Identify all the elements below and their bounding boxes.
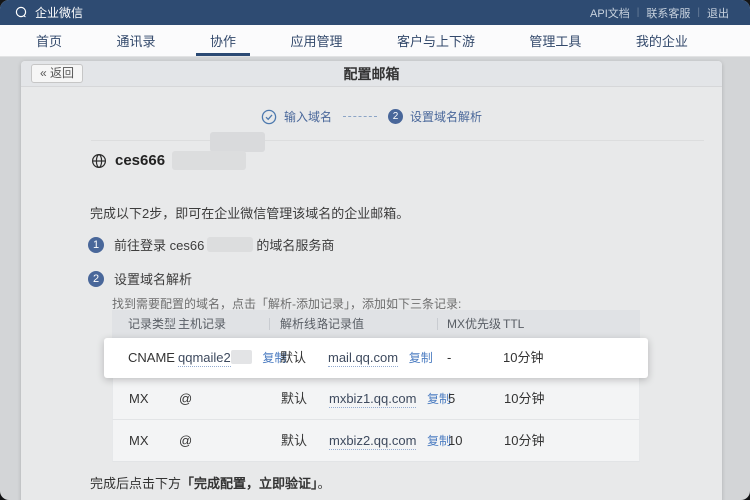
- top-bar: 企业微信 API文档 | 联系客服 | 退出: [0, 0, 750, 25]
- step1-text: 前往登录 ces66 的域名服务商: [114, 235, 334, 254]
- config-mail-panel: « 返回 配置邮箱 输入域名 2 设置域名解析: [21, 61, 722, 500]
- host-record-cell: qqmaile2 复制: [178, 338, 286, 378]
- app-window: 企业微信 API文档 | 联系客服 | 退出 首页 通讯录 协作 应用管理 客户…: [0, 0, 750, 500]
- panel-header: « 返回 配置邮箱: [21, 61, 722, 87]
- resolution-line: 默认: [280, 338, 306, 378]
- header-ttl: TTL: [503, 310, 524, 338]
- nav-tab-app-management[interactable]: 应用管理: [276, 25, 356, 56]
- redacted-blur: [210, 132, 265, 152]
- record-type: MX: [129, 378, 149, 419]
- nav-tab-home[interactable]: 首页: [22, 25, 76, 56]
- back-button[interactable]: « 返回: [31, 64, 83, 83]
- record-value[interactable]: mxbiz1.qq.com: [329, 391, 416, 408]
- record-type: MX: [129, 420, 149, 461]
- header-host-record: 主机记录: [178, 310, 226, 338]
- mx-priority: 10: [448, 420, 462, 461]
- api-docs-link[interactable]: API文档: [583, 5, 637, 21]
- completion-hint: 完成后点击下方「完成配置，立即验证」。: [90, 473, 331, 492]
- header-separator: [492, 318, 493, 330]
- ttl-value: 10分钟: [504, 378, 544, 419]
- contact-support-link[interactable]: 联系客服: [639, 5, 697, 21]
- host-record-value[interactable]: qqmaile2: [178, 350, 231, 367]
- host-record-value: @: [179, 420, 192, 461]
- nav-tab-customers[interactable]: 客户与上下游: [383, 25, 489, 56]
- app-logo-text: 企业微信: [35, 4, 83, 21]
- app-logo: 企业微信: [14, 4, 83, 21]
- completion-hint-end: 。: [318, 476, 331, 491]
- globe-icon: [90, 152, 108, 170]
- step1-label: 输入域名: [284, 108, 332, 125]
- table-row-cname: CNAME qqmaile2 复制 默认 mail.qq.com 复制 - 10…: [104, 338, 648, 378]
- redacted-blur: [172, 151, 246, 170]
- ttl-value: 10分钟: [503, 338, 543, 378]
- header-line: 解析线路: [280, 310, 328, 338]
- instruction-step-1: 1 前往登录 ces66 的域名服务商: [88, 235, 334, 254]
- step2-badge: 2: [88, 271, 104, 287]
- table-row-mx1: MX @ 默认 mxbiz1.qq.com 复制 5 10分钟: [112, 378, 640, 420]
- header-separator: [169, 318, 170, 330]
- record-value-cell: mxbiz2.qq.com 复制: [329, 420, 451, 462]
- record-value[interactable]: mxbiz2.qq.com: [329, 433, 416, 450]
- domain-name: ces666: [115, 152, 165, 169]
- intro-text: 完成以下2步，即可在企业微信管理该域名的企业邮箱。: [90, 203, 409, 222]
- nav-tab-contacts[interactable]: 通讯录: [102, 25, 169, 56]
- table-header: 记录类型 主机记录 解析线路 记录值 MX优先级 TTL: [112, 310, 640, 338]
- instruction-step-2: 2 设置域名解析: [88, 269, 192, 288]
- section-divider: [91, 140, 704, 141]
- nav-tab-my-company[interactable]: 我的企业: [622, 25, 702, 56]
- topbar-links: API文档 | 联系客服 | 退出: [583, 5, 736, 21]
- nav-tab-admin-tools[interactable]: 管理工具: [515, 25, 595, 56]
- logout-link[interactable]: 退出: [700, 5, 736, 21]
- step1-check-icon: [261, 109, 277, 125]
- header-record-value: 记录值: [328, 310, 364, 338]
- completion-hint-bold: 「完成配置，立即验证」: [181, 476, 318, 491]
- nav-tab-collaboration[interactable]: 协作: [196, 25, 250, 56]
- resolution-line: 默认: [281, 420, 307, 461]
- setup-stepper: 输入域名 2 设置域名解析: [21, 108, 722, 125]
- page-title: 配置邮箱: [21, 61, 722, 87]
- redacted-blur: [207, 237, 253, 252]
- main-nav: 首页 通讯录 协作 应用管理 客户与上下游 管理工具 我的企业: [0, 25, 750, 57]
- domain-heading: ces666: [90, 151, 246, 170]
- host-record-value: @: [179, 378, 192, 419]
- record-value-cell: mail.qq.com 复制: [328, 338, 433, 378]
- step2-number-badge: 2: [388, 109, 403, 124]
- mx-priority: 5: [448, 378, 455, 419]
- record-type: CNAME: [128, 338, 175, 378]
- step1-text-after: 的域名服务商: [256, 238, 334, 253]
- ttl-value: 10分钟: [504, 420, 544, 461]
- completion-hint-text: 完成后点击下方: [90, 476, 181, 491]
- record-value-cell: mxbiz1.qq.com 复制: [329, 378, 451, 420]
- header-separator: [317, 318, 318, 330]
- step2-label: 设置域名解析: [410, 108, 482, 125]
- step2-title: 设置域名解析: [114, 269, 192, 288]
- wecom-bubble-icon: [14, 5, 29, 20]
- dns-records-table: 记录类型 主机记录 解析线路 记录值 MX优先级 TTL CNAME qqmai…: [112, 310, 640, 462]
- copy-value-button[interactable]: 复制: [409, 351, 433, 365]
- resolution-line: 默认: [281, 378, 307, 419]
- record-value[interactable]: mail.qq.com: [328, 350, 398, 367]
- header-separator: [269, 318, 270, 330]
- step1-text-before: 前往登录 ces66: [114, 238, 204, 253]
- mx-priority: -: [447, 338, 451, 378]
- step1-badge: 1: [88, 237, 104, 253]
- header-separator: [437, 318, 438, 330]
- redacted-blur: [231, 350, 252, 364]
- stepper-connector: [343, 116, 377, 117]
- table-row-mx2: MX @ 默认 mxbiz2.qq.com 复制 10 10分钟: [112, 420, 640, 462]
